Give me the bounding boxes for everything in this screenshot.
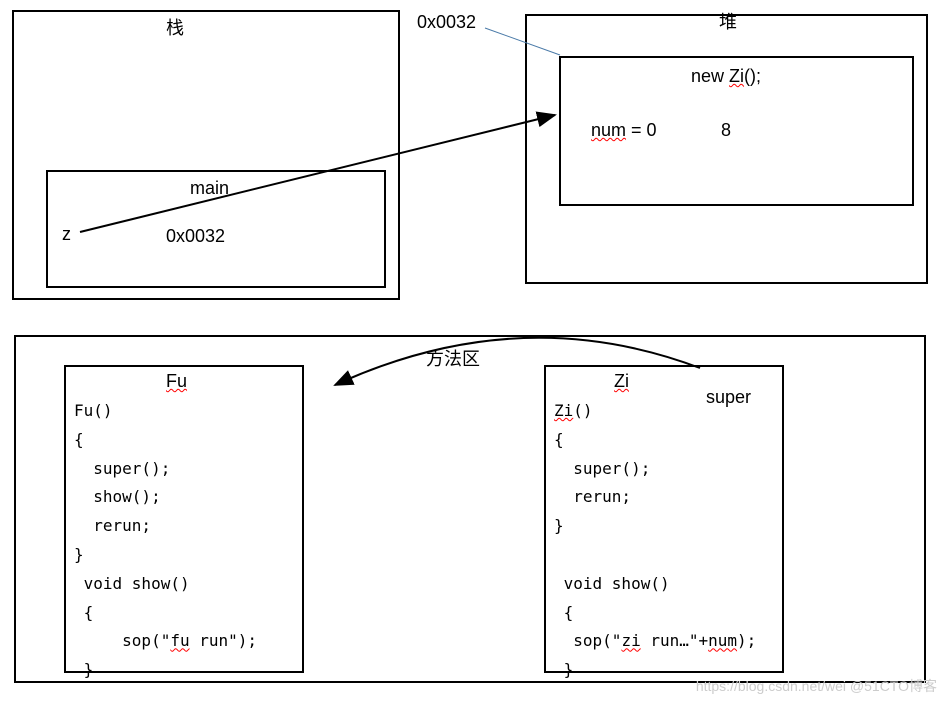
zi-box: Zi super Zi() { super(); rerun; } void s… [544, 365, 784, 673]
heap-num-value: 8 [721, 120, 731, 141]
zi-name: Zi [614, 371, 629, 392]
fu-name: Fu [166, 371, 187, 392]
fu-code: Fu() { super(); show(); rerun; } void sh… [74, 397, 257, 685]
method-area-box: 方法区 Fu Fu() { super(); show(); rerun; } … [14, 335, 926, 683]
fu-box: Fu Fu() { super(); show(); rerun; } void… [64, 365, 304, 673]
heap-title: 堆 [719, 8, 737, 34]
stack-main-frame: main z 0x0032 [46, 170, 386, 288]
watermark: https://blog.csdn.net/wei @51CTO博客 [696, 676, 937, 696]
zi-word: Zi [729, 66, 744, 86]
num-word: num [591, 120, 626, 140]
zi-code: Zi() { super(); rerun; } void show() { s… [554, 397, 756, 685]
stack-title: 栈 [166, 14, 184, 40]
stack-var-value: 0x0032 [166, 226, 225, 247]
stack-box: 栈 main z 0x0032 [12, 10, 400, 300]
fu-word: Fu [166, 371, 187, 391]
stack-var-name: z [62, 224, 71, 245]
method-area-title: 方法区 [426, 345, 480, 371]
heap-object-box: new Zi(); num = 0 8 [559, 56, 914, 206]
zi-word-2: Zi [614, 371, 629, 391]
heap-box: 堆 new Zi(); num = 0 8 [525, 14, 928, 284]
heap-address-label: 0x0032 [417, 12, 476, 33]
main-label: main [190, 178, 229, 199]
heap-new-expr: new Zi(); [691, 66, 761, 87]
heap-num-label: num = 0 [591, 120, 657, 141]
